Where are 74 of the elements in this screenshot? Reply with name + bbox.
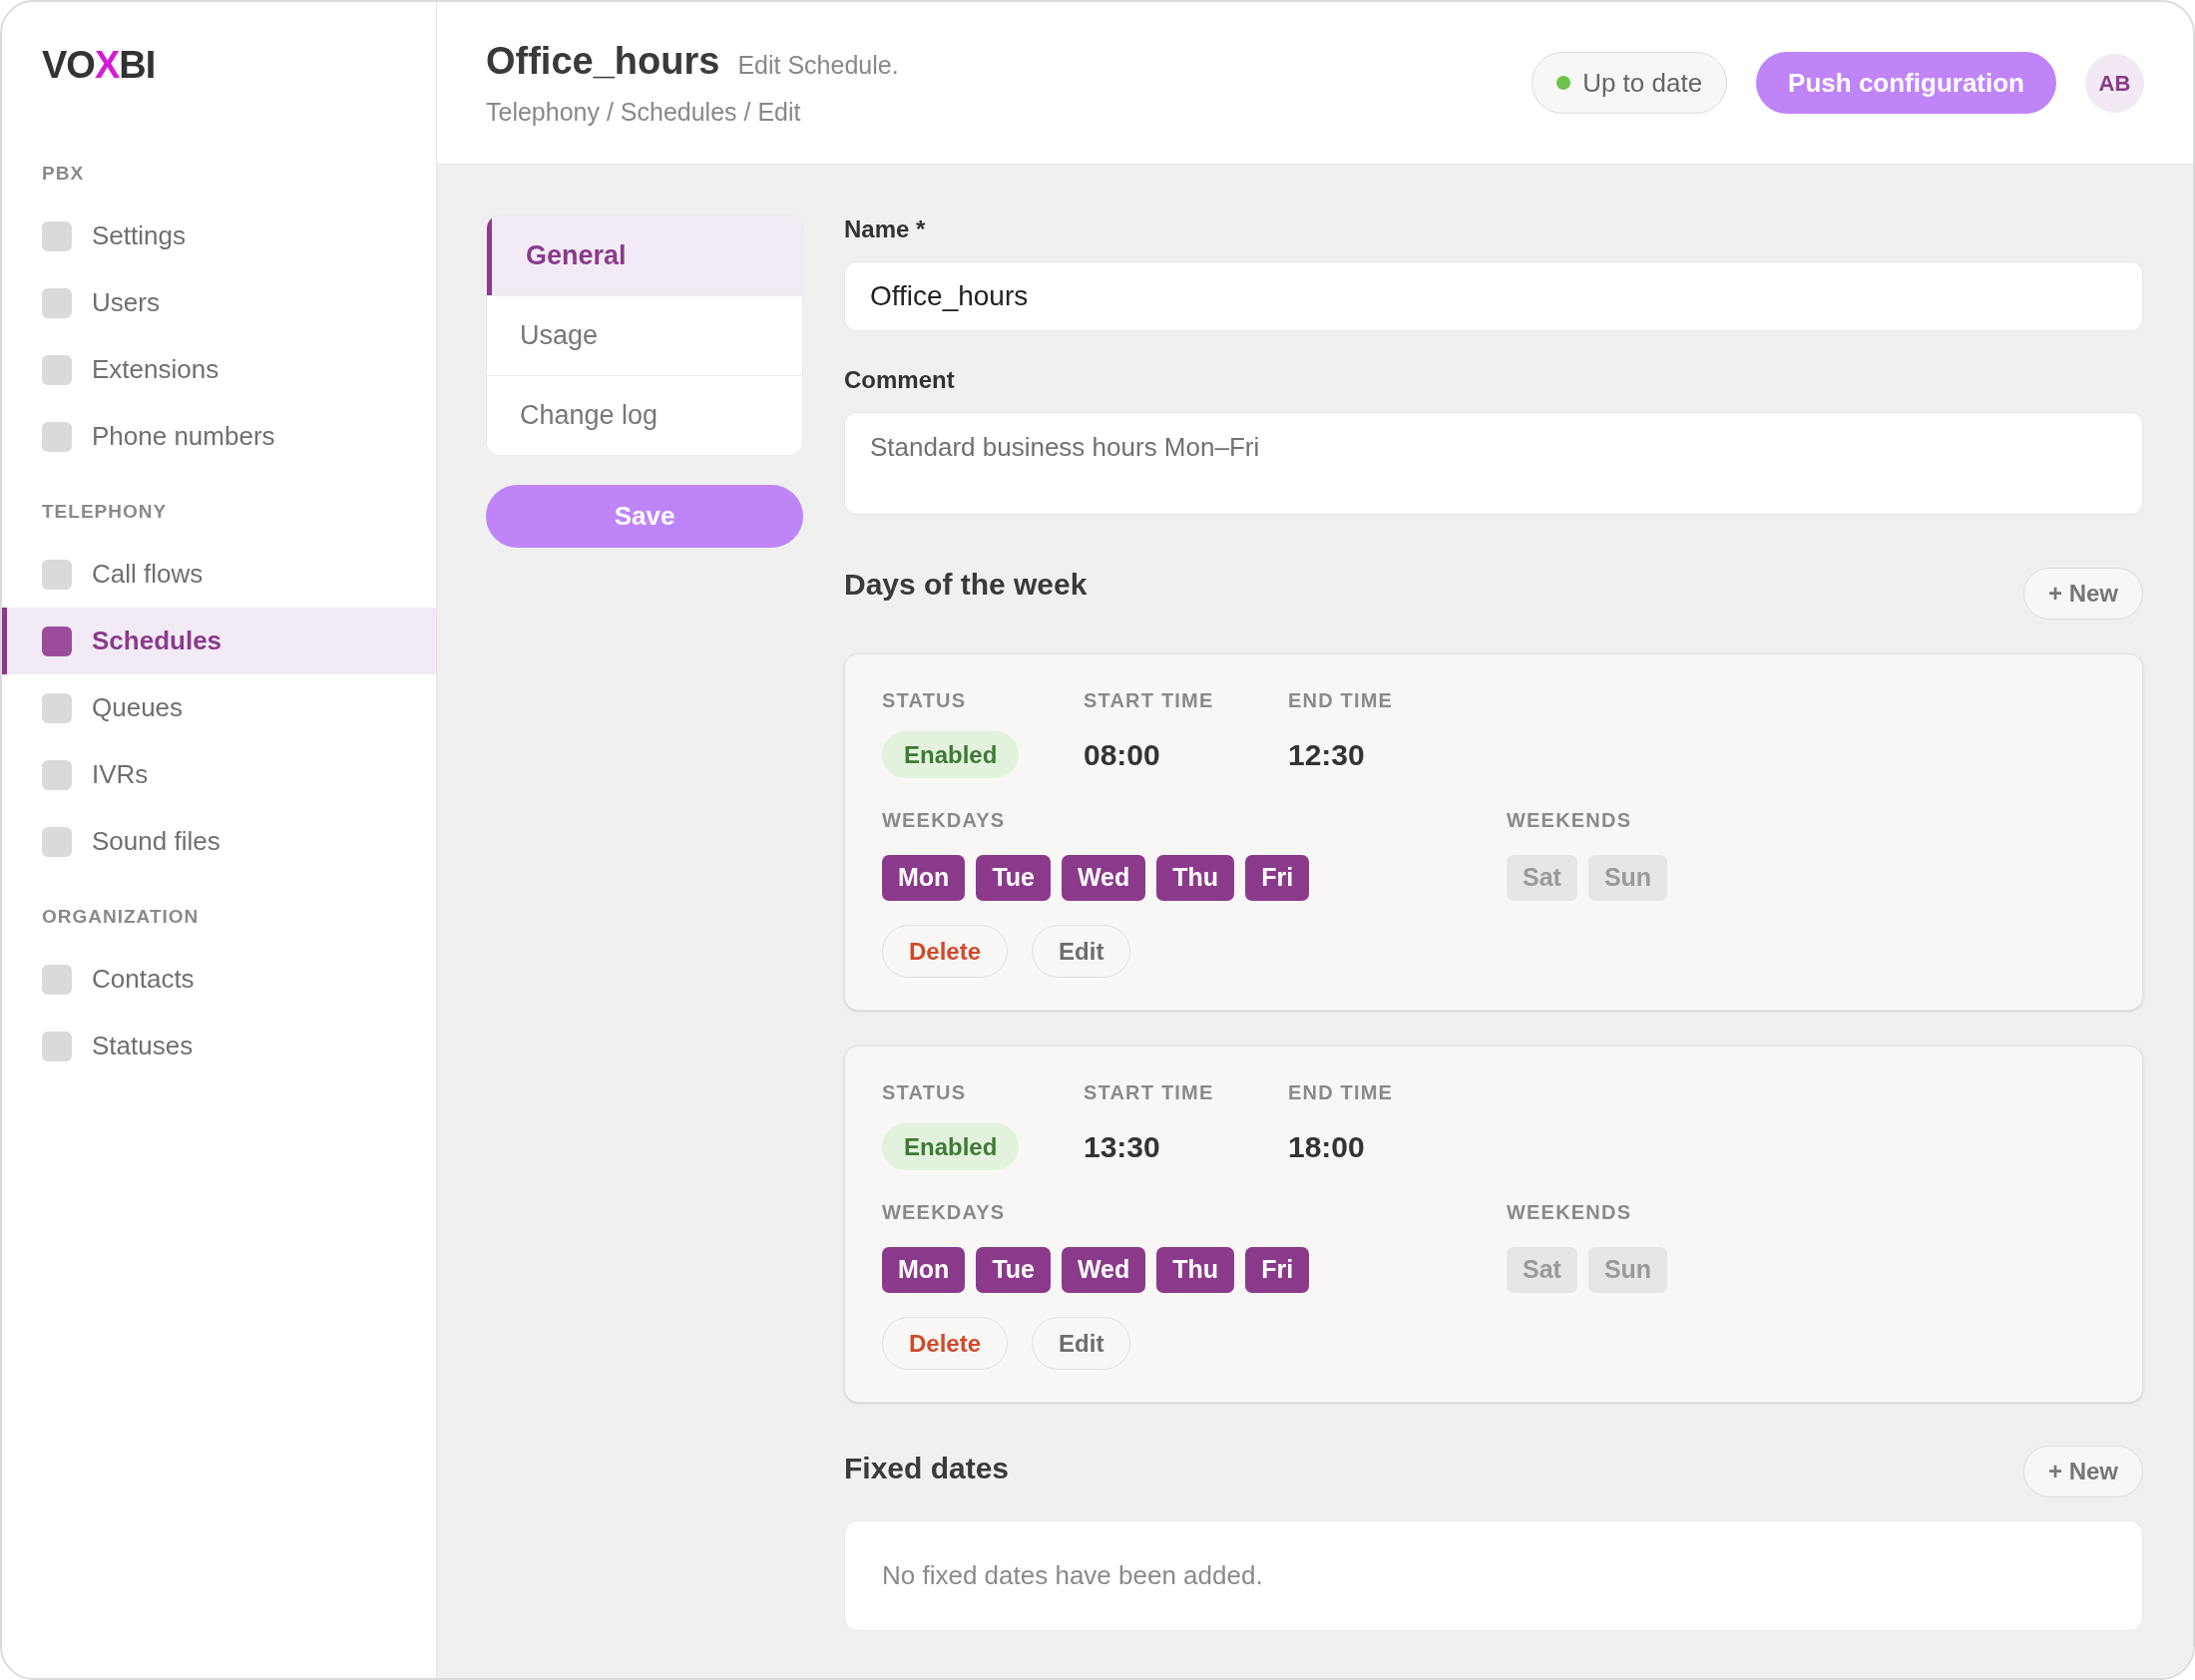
nav-item[interactable]: IVRs	[2, 741, 436, 808]
field-label: END TIME	[1288, 1080, 1394, 1104]
day-chip[interactable]: Wed	[1061, 1247, 1146, 1293]
day-chip[interactable]: Tue	[976, 1247, 1051, 1293]
edit-button[interactable]: Edit	[1032, 1317, 1131, 1370]
push-configuration-button[interactable]: Push configuration	[1756, 52, 2056, 114]
nav-item[interactable]: Settings	[2, 203, 436, 269]
day-chip[interactable]: Fri	[1245, 1247, 1310, 1293]
field-label: START TIME	[1084, 688, 1214, 712]
day-chip[interactable]: Tue	[976, 855, 1051, 901]
nav-item[interactable]: Queues	[2, 674, 436, 741]
nav-item[interactable]: Contacts	[2, 946, 436, 1013]
end-time: 18:00	[1288, 1129, 1365, 1165]
square-icon	[42, 626, 72, 656]
square-icon	[42, 964, 72, 995]
nav-item[interactable]: Extensions	[2, 336, 436, 403]
square-icon	[42, 1031, 72, 1061]
avatar[interactable]: AB	[2085, 53, 2144, 113]
field-label: Name *	[844, 214, 926, 244]
section-heading: TELEPHONY	[42, 500, 168, 524]
field-label: WEEKDAYS	[882, 1200, 1006, 1224]
field-label: WEEKDAYS	[882, 808, 1006, 832]
name-input[interactable]: Office_hours	[844, 261, 2143, 331]
field-label: WEEKENDS	[1507, 1200, 1632, 1224]
square-icon	[42, 759, 72, 790]
delete-button[interactable]: Delete	[882, 925, 1009, 978]
nav-item[interactable]: Statuses	[2, 1013, 436, 1079]
start-time: 13:30	[1084, 1129, 1160, 1165]
day-chip[interactable]: Fri	[1245, 855, 1310, 901]
start-time: 08:00	[1084, 737, 1160, 773]
square-icon	[42, 220, 72, 251]
new-button[interactable]: + New	[2022, 568, 2143, 620]
section-heading: PBX	[42, 162, 85, 186]
status-badge: Enabled	[882, 731, 1020, 778]
field-label: END TIME	[1288, 688, 1394, 712]
square-icon	[42, 826, 72, 857]
empty-message: No fixed dates have been added.	[882, 1559, 1263, 1592]
day-chip[interactable]: Wed	[1061, 855, 1146, 901]
field-label: WEEKENDS	[1507, 808, 1632, 832]
square-icon	[42, 287, 72, 318]
nav-item[interactable]: Schedules	[2, 608, 436, 674]
breadcrumb: Telephony / Schedules / Edit	[486, 96, 801, 127]
tab[interactable]: Change log	[487, 375, 802, 455]
status-badge: Enabled	[882, 1123, 1020, 1170]
square-icon	[42, 421, 72, 452]
nav-item[interactable]: Sound files	[2, 808, 436, 875]
nav-item[interactable]: Call flows	[2, 541, 436, 608]
page-subtitle: Edit Schedule.	[737, 50, 899, 81]
delete-button[interactable]: Delete	[882, 1317, 1009, 1370]
day-chip[interactable]: Thu	[1156, 855, 1235, 901]
edit-button[interactable]: Edit	[1032, 925, 1131, 978]
section-title: Fixed dates	[844, 1452, 1010, 1485]
tab[interactable]: General	[487, 215, 802, 295]
field-label: STATUS	[882, 1080, 967, 1104]
status-text: Up to date	[1582, 66, 1703, 100]
nav-item[interactable]: Phone numbers	[2, 403, 436, 470]
section-heading: ORGANIZATION	[42, 905, 200, 929]
day-chip[interactable]: Mon	[882, 855, 966, 901]
day-chip[interactable]: Mon	[882, 1247, 966, 1293]
page-title: Office_hours	[486, 39, 720, 84]
nav-item[interactable]: Users	[2, 269, 436, 336]
logo: VOXBI	[42, 43, 156, 88]
square-icon	[42, 692, 72, 723]
square-icon	[42, 354, 72, 385]
field-label: START TIME	[1084, 1080, 1214, 1104]
new-button[interactable]: + New	[2022, 1446, 2143, 1497]
end-time: 12:30	[1288, 737, 1365, 773]
section-title: Days of the week	[844, 568, 1088, 602]
square-icon	[42, 559, 72, 590]
day-chip[interactable]: Thu	[1156, 1247, 1235, 1293]
save-button[interactable]: Save	[486, 485, 803, 548]
field-label: Comment	[844, 365, 955, 395]
field-label: STATUS	[882, 688, 967, 712]
comment-textarea[interactable]: Standard business hours Mon–Fri	[844, 412, 2143, 515]
